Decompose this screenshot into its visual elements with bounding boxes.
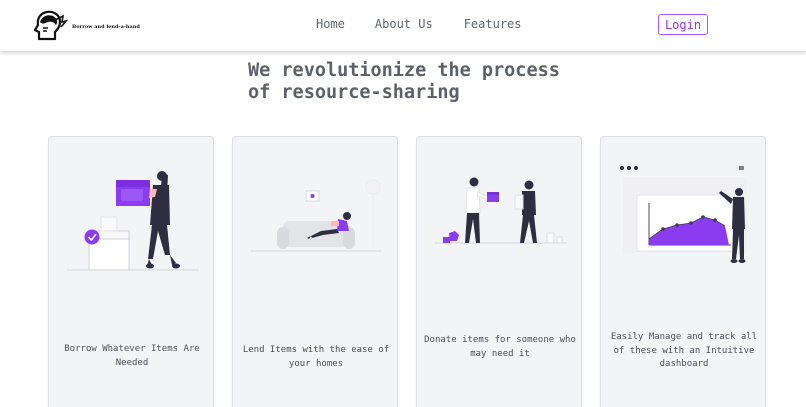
feature-card-donate: Donate items for someone who may need it <box>416 136 582 407</box>
nav-link-features[interactable]: Features <box>464 17 522 31</box>
nav-link-about-us[interactable]: About Us <box>375 17 433 31</box>
login-button[interactable]: Login <box>658 14 708 35</box>
navbar: Borrow and lend-a-hand Home About Us Fea… <box>0 0 806 51</box>
brand-head-icon <box>33 10 68 41</box>
person-viewing-chart-illustration <box>620 166 747 263</box>
feature-card-dashboard: Easily Manage and track all of these wit… <box>600 136 766 407</box>
person-relaxing-on-couch-illustration <box>251 179 381 252</box>
people-handing-box-illustration <box>435 177 567 244</box>
feature-card-lend: Lend Items with the ease of your homes <box>232 136 398 407</box>
person-carrying-box-illustration <box>67 171 199 271</box>
feature-text-borrow: Borrow Whatever Items Are Needed <box>64 344 200 368</box>
feature-text-donate: Donate items for someone who may need it <box>424 335 576 359</box>
hero-title: We revolutionize the process of resource… <box>248 60 560 103</box>
nav-link-home[interactable]: Home <box>316 17 345 31</box>
feature-text-dashboard: Easily Manage and track all of these wit… <box>610 332 758 369</box>
feature-text-lend: Lend Items with the ease of your homes <box>242 345 390 369</box>
brand-logo[interactable]: Borrow and lend-a-hand <box>32 9 140 43</box>
feature-card-borrow: Borrow Whatever Items Are Needed <box>48 136 214 407</box>
nav-links: Home About Us Features <box>316 17 522 31</box>
brand-name: Borrow and lend-a-hand <box>72 24 140 30</box>
